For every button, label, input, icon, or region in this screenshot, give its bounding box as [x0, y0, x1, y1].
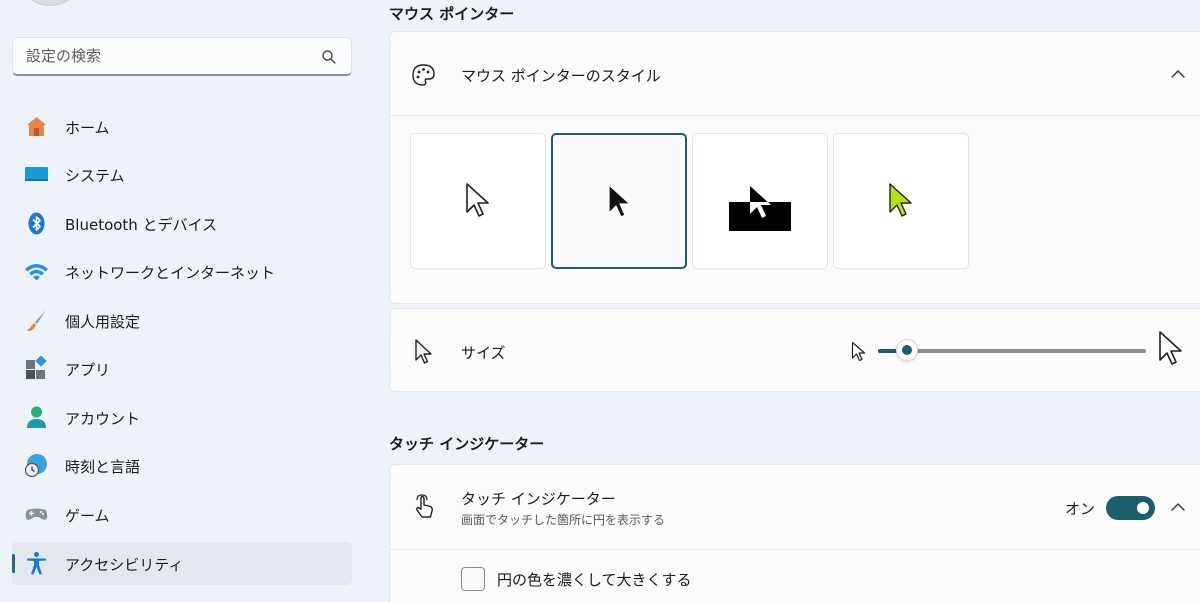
touch-indicator-label: タッチ インジケーター — [461, 490, 616, 508]
sidebar-item-label: アカウント — [65, 410, 141, 428]
touch-indicator-description: 画面でタッチした箇所に円を表示する — [461, 513, 666, 527]
large-cursor-icon — [1159, 331, 1182, 365]
sidebar-item-label: 個人用設定 — [65, 313, 141, 331]
sidebar-item-time-language[interactable]: 時刻と言語 — [12, 444, 352, 487]
darker-circle-checkbox[interactable] — [461, 567, 485, 591]
white-cursor-icon — [466, 183, 489, 217]
pointer-style-inverted[interactable] — [692, 133, 828, 269]
sidebar-item-accounts[interactable]: アカウント — [12, 396, 352, 439]
darker-circle-label: 円の色を濃くして大きくする — [497, 571, 692, 589]
size-cursor-icon — [415, 339, 432, 364]
pointer-style-custom[interactable] — [833, 133, 969, 269]
sidebar-item-label: アクセシビリティ — [65, 556, 184, 574]
avatar[interactable] — [22, 0, 78, 6]
account-icon — [27, 406, 46, 428]
sidebar-item-gaming[interactable]: ゲーム — [12, 493, 352, 536]
sidebar-item-label: Bluetooth とデバイス — [65, 216, 218, 234]
touch-indicator-toggle[interactable] — [1106, 496, 1155, 520]
inverted-cursor-icon — [729, 186, 791, 231]
sidebar-item-network[interactable]: ネットワークとインターネット — [12, 250, 352, 293]
sidebar-item-label: アプリ — [65, 361, 111, 379]
small-cursor-icon — [851, 341, 866, 362]
sidebar-item-apps[interactable]: アプリ — [12, 347, 352, 390]
brush-icon — [27, 310, 46, 332]
pointer-style-label: マウス ポインターのスタイル — [461, 67, 661, 85]
section-title-touch-indicator: タッチ インジケーター — [389, 435, 545, 453]
sidebar-item-system[interactable]: システム — [12, 153, 352, 196]
bluetooth-icon — [28, 212, 45, 235]
pointer-style-black[interactable] — [551, 133, 687, 269]
pointer-style-white[interactable] — [410, 133, 546, 269]
accessibility-icon — [27, 552, 46, 575]
chevron-up-icon[interactable] — [1170, 499, 1186, 515]
sidebar-item-accessibility[interactable]: アクセシビリティ — [12, 542, 352, 585]
search-box[interactable] — [12, 37, 352, 76]
touch-indicator-header[interactable]: タッチ インジケーター 画面でタッチした箇所に円を表示する オン — [389, 464, 1200, 548]
divider — [390, 115, 1200, 116]
black-cursor-icon — [608, 184, 631, 218]
pointer-style-header[interactable]: マウス ポインターのスタイル — [389, 31, 1200, 115]
gamepad-icon — [25, 508, 48, 520]
home-icon — [27, 117, 46, 136]
sidebar-item-label: ゲーム — [65, 507, 110, 525]
sidebar-item-label: ネットワークとインターネット — [65, 264, 276, 282]
search-input[interactable] — [13, 38, 313, 74]
wifi-icon — [25, 264, 48, 281]
sidebar-item-label: 時刻と言語 — [65, 458, 141, 476]
sidebar-item-personalization[interactable]: 個人用設定 — [12, 299, 352, 342]
toggle-state-label: オン — [1065, 500, 1096, 518]
search-icon[interactable] — [321, 49, 337, 65]
size-slider-track[interactable] — [878, 349, 1146, 353]
apps-icon — [26, 356, 47, 379]
touch-hand-icon — [415, 494, 433, 518]
time-language-icon — [24, 454, 47, 478]
chevron-up-icon[interactable] — [1170, 66, 1186, 82]
system-icon — [25, 167, 48, 181]
divider — [390, 549, 1200, 550]
sidebar-item-bluetooth[interactable]: Bluetooth とデバイス — [12, 202, 352, 245]
sidebar-item-label: システム — [65, 167, 125, 185]
sidebar-item-home[interactable]: ホーム — [12, 105, 352, 148]
size-label: サイズ — [461, 344, 506, 362]
active-indicator — [12, 554, 15, 573]
custom-color-cursor-icon — [889, 183, 912, 217]
sidebar-item-label: ホーム — [65, 119, 110, 137]
palette-icon — [412, 64, 435, 86]
section-title-mouse-pointer: マウス ポインター — [389, 5, 515, 23]
